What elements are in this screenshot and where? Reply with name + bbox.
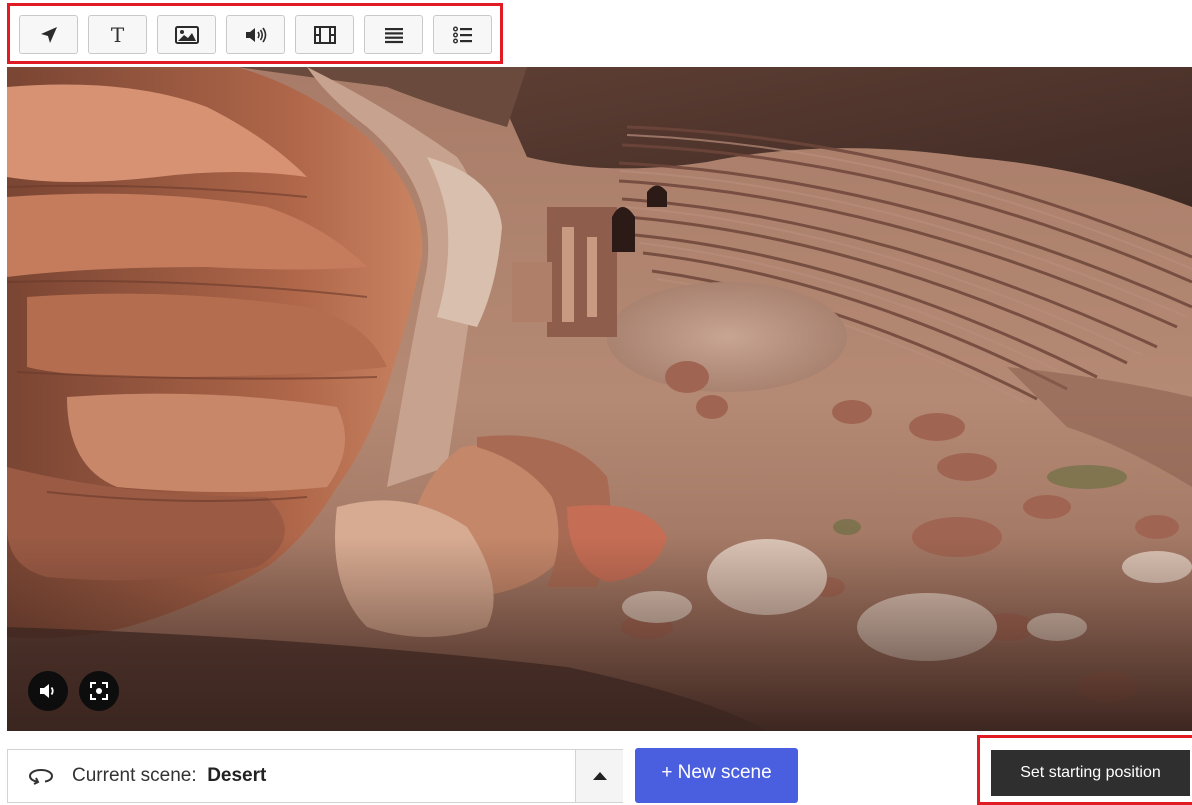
speaker-icon: [40, 684, 54, 698]
list-button[interactable]: [364, 15, 423, 54]
set-starting-position-button[interactable]: Set starting position: [991, 750, 1190, 796]
loop-arrow-icon: [28, 769, 54, 785]
audio-button[interactable]: [226, 15, 285, 54]
arrow-icon: [40, 26, 57, 43]
image-button[interactable]: [157, 15, 216, 54]
start-position-highlight: Set starting position: [977, 735, 1192, 805]
navigation-arrow-button[interactable]: [19, 15, 78, 54]
panorama-viewer[interactable]: [7, 67, 1192, 731]
image-icon: [174, 25, 199, 44]
film-icon: [313, 25, 336, 44]
new-scene-button[interactable]: + New scene: [635, 748, 798, 803]
caret-up-icon: [592, 772, 607, 780]
toolbar: T: [19, 15, 492, 54]
viewer-fullscreen-button[interactable]: [79, 671, 119, 711]
current-scene-prefix: Current scene:: [72, 765, 197, 786]
text-button[interactable]: T: [88, 15, 147, 54]
toolbar-highlight: T: [7, 3, 503, 64]
current-scene-name: Desert: [207, 765, 267, 786]
fullscreen-icon: [90, 682, 108, 700]
speaker-icon: [245, 27, 266, 42]
panorama-image: [7, 67, 1192, 731]
viewer-mute-button[interactable]: [28, 671, 68, 711]
bulleted-list-icon: [452, 26, 472, 43]
list-icon: [384, 27, 403, 43]
current-scene-label: Current scene: Desert: [72, 765, 266, 787]
editor-page: T Current scene: Desert + New scene Set …: [0, 0, 1192, 805]
video-button[interactable]: [295, 15, 354, 54]
scene-list-toggle-button[interactable]: [575, 750, 623, 802]
bullet-list-button[interactable]: [433, 15, 492, 54]
scene-selector[interactable]: Current scene: Desert: [7, 749, 623, 803]
text-icon: T: [110, 22, 125, 47]
